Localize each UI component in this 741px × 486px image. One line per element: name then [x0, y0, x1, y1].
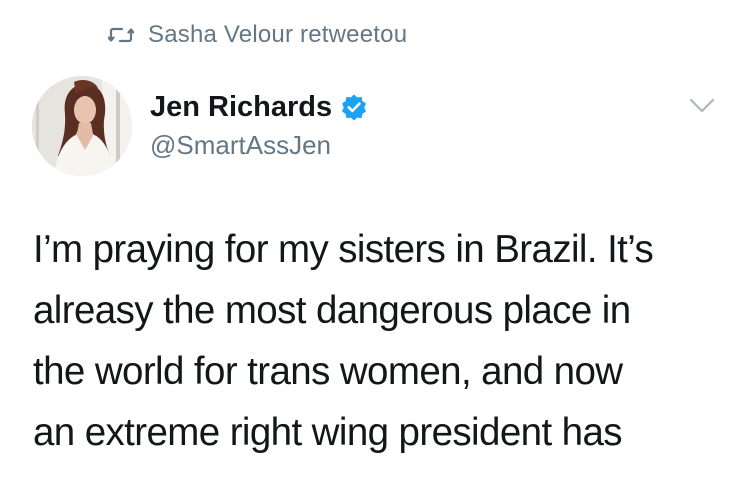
chevron-down-icon[interactable] — [689, 97, 715, 115]
avatar[interactable] — [32, 76, 132, 176]
retweet-icon — [108, 26, 134, 44]
retweet-context[interactable]: Sasha Velour retweetou — [108, 20, 407, 50]
display-name[interactable]: Jen Richards — [150, 91, 332, 124]
tweet-text: I’m praying for my sisters in Brazil. It… — [33, 228, 654, 454]
tweet-author[interactable]: Jen Richards @SmartAssJen — [150, 90, 368, 161]
user-handle[interactable]: @SmartAssJen — [150, 130, 368, 161]
retweet-label: Sasha Velour retweetou — [148, 21, 408, 48]
verified-badge-icon — [340, 93, 368, 121]
